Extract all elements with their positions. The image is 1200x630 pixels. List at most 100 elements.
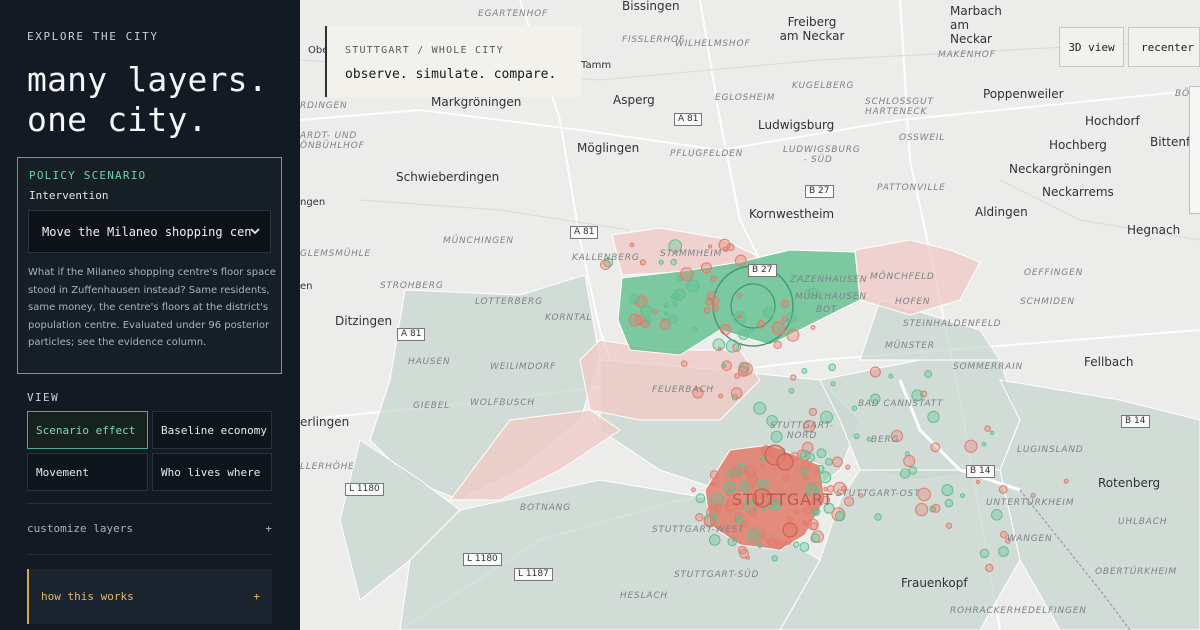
scenario-dot — [941, 484, 954, 497]
scenario-dot — [710, 493, 724, 506]
scenario-dot — [786, 312, 797, 324]
scenario-dot — [760, 464, 765, 469]
scenario-dot — [866, 436, 872, 442]
scenario-dot — [991, 509, 1003, 521]
scenario-dot — [888, 373, 894, 379]
scenario-dot — [703, 515, 716, 528]
scenario-dot — [927, 410, 940, 423]
intervention-label: Intervention — [29, 189, 109, 202]
scenario-dot — [670, 258, 678, 266]
scenario-dot — [790, 374, 797, 381]
intervention-selected-value: Move the Milaneo shopping cen — [42, 224, 252, 239]
scenario-dot — [924, 370, 933, 379]
scenario-dot — [1004, 537, 1011, 544]
scenario-dot — [917, 487, 932, 502]
scenario-dot — [816, 465, 825, 473]
scenario-dot — [739, 481, 751, 493]
page-title: many layers. one city. — [27, 60, 268, 140]
scenario-dot — [851, 405, 858, 411]
sidebar: EXPLORE THE CITY many layers. one city. … — [0, 0, 300, 630]
scenario-dot — [945, 522, 953, 529]
view-button-who-lives-where[interactable]: Who lives where — [152, 453, 272, 491]
scenario-dot — [600, 259, 611, 271]
scenario-dot — [727, 536, 738, 547]
scenario-dot — [903, 455, 916, 467]
chevron-down-icon — [250, 228, 260, 235]
view-button-baseline-economy[interactable]: Baseline economy — [152, 411, 272, 449]
scenario-dot — [756, 320, 766, 329]
scenario-dot — [717, 346, 722, 351]
scenario-dot — [737, 314, 742, 320]
scenario-dot — [960, 493, 965, 499]
policy-heading: POLICY SCENARIO — [29, 169, 147, 182]
scenario-dot — [821, 495, 831, 505]
scenario-dot — [714, 503, 722, 512]
scenario-dot — [629, 242, 635, 248]
scenario-dot — [776, 453, 794, 471]
policy-scenario-panel: POLICY SCENARIO Intervention Move the Mi… — [17, 157, 282, 374]
scenario-dot — [799, 542, 810, 552]
customize-layers-label: customize layers — [27, 522, 133, 535]
scenario-dot — [695, 513, 704, 522]
scenario-dot — [747, 528, 761, 542]
scenario-dot — [786, 516, 793, 524]
view-button-scenario-effect[interactable]: Scenario effect — [27, 411, 148, 449]
scenario-dot — [639, 259, 646, 266]
scenario-dot — [711, 304, 719, 312]
scenario-dot — [691, 487, 696, 493]
scenario-dot — [858, 493, 864, 498]
scenario-dot — [853, 433, 860, 440]
scenario-dot — [720, 323, 732, 336]
customize-layers-toggle[interactable]: customize layers + — [27, 522, 272, 535]
scenario-dot — [826, 485, 835, 493]
scenario-dot — [718, 393, 724, 399]
scenario-dot — [984, 425, 991, 432]
scenario-dot — [708, 244, 713, 249]
scenario-dot — [668, 314, 678, 324]
scenario-dot — [734, 254, 747, 267]
context-tagline: observe. simulate. compare. — [345, 67, 557, 82]
map-zoom-control[interactable] — [1189, 86, 1200, 214]
scenario-dot — [700, 262, 712, 274]
scenario-dot — [670, 294, 676, 299]
eyebrow: EXPLORE THE CITY — [27, 30, 159, 43]
3d-view-button[interactable]: 3D view — [1059, 27, 1124, 67]
scenario-dot — [663, 302, 669, 308]
scenario-dot — [718, 238, 731, 251]
scenario-dot — [870, 393, 881, 405]
scenario-dot — [757, 542, 763, 548]
scenario-dot — [672, 300, 678, 307]
scenario-dot — [692, 326, 698, 332]
scenario-dot — [749, 328, 754, 333]
scenario-dot — [807, 518, 819, 531]
scenario-dot — [734, 373, 740, 379]
view-button-movement[interactable]: Movement — [27, 453, 148, 491]
scenario-dot — [721, 363, 727, 368]
scenario-dot — [692, 387, 704, 399]
scenario-dot — [802, 419, 816, 433]
scenario-dot — [834, 511, 846, 522]
plus-icon: + — [265, 522, 272, 535]
scenario-dot — [741, 519, 748, 527]
scenario-dot — [1063, 478, 1069, 484]
scenario-dot — [664, 311, 669, 316]
recenter-button[interactable]: recenter ↙ — [1128, 27, 1200, 67]
scenario-dot — [911, 389, 924, 402]
scenario-dot — [744, 470, 751, 476]
intervention-select[interactable]: Move the Milaneo shopping cen — [28, 210, 271, 253]
scenario-dot — [944, 498, 954, 508]
scenario-dot — [680, 360, 688, 368]
scenario-dot — [710, 275, 717, 283]
scenario-dot — [823, 487, 828, 492]
scenario-dot — [788, 387, 795, 394]
scenario-dot — [695, 493, 706, 504]
scenario-dot — [745, 555, 751, 560]
how-this-works-toggle[interactable]: how this works + — [27, 569, 272, 624]
scenario-dot — [766, 538, 772, 544]
scenario-dot — [800, 459, 811, 470]
scenario-dot — [709, 470, 719, 480]
scenario-dot — [668, 239, 683, 253]
scenario-dot — [725, 339, 740, 353]
map-context-card: STUTTGART / WHOLE CITY observe. simulate… — [325, 26, 581, 97]
scenario-dot — [686, 279, 700, 293]
